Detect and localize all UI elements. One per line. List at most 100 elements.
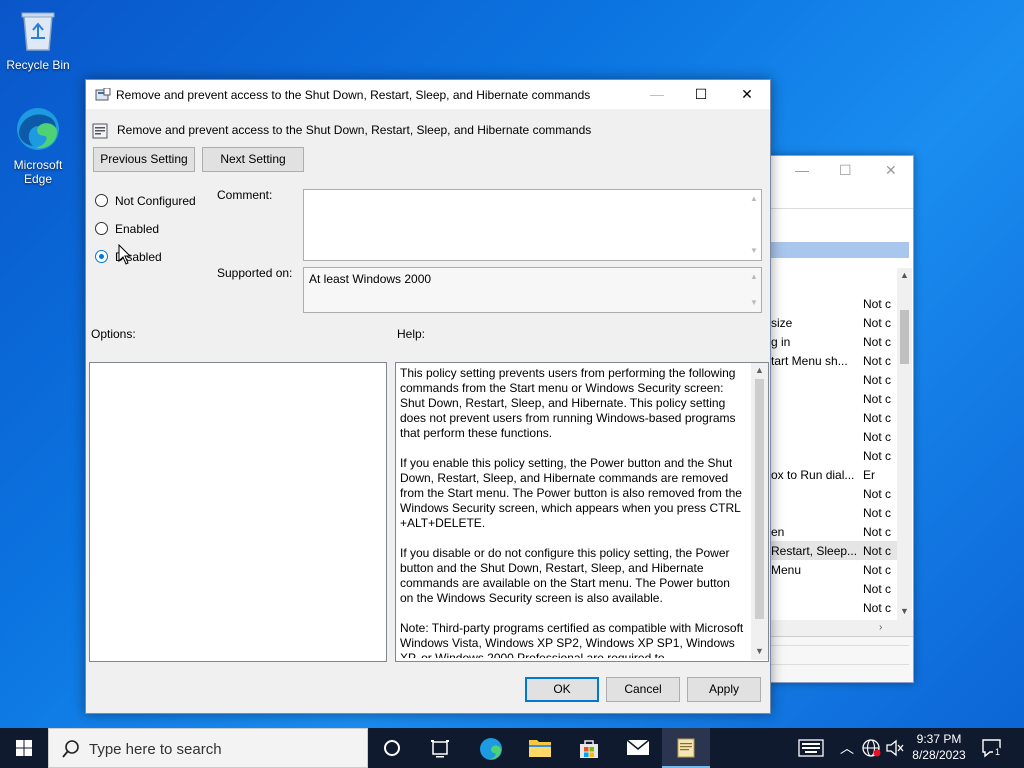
dialog-title: Remove and prevent access to the Shut Do… (116, 88, 591, 102)
bg-policy-row[interactable]: en Not c (769, 522, 899, 541)
edge-desktop-icon[interactable]: Microsoft Edge (2, 106, 74, 186)
bg-policy-row[interactable]: ox to Run dial... Er (769, 465, 899, 484)
setting-name: Remove and prevent access to the Shut Do… (117, 123, 592, 137)
recycle-bin-label: Recycle Bin (6, 58, 70, 72)
help-panel[interactable]: This policy setting prevents users from … (395, 362, 769, 662)
bg-policy-row-state: Not c (863, 430, 892, 444)
bg-policy-row[interactable]: Not c (769, 408, 899, 427)
bg-policy-row[interactable]: Not c (769, 598, 899, 617)
background-titlebar[interactable]: — ☐ ✕ (769, 156, 913, 186)
task-view-icon (431, 740, 449, 758)
radio-not-configured-circle[interactable] (95, 194, 108, 207)
bg-policy-row[interactable]: Menu Not c (769, 560, 899, 579)
bg-policy-row-state: Not c (863, 411, 892, 425)
bg-policy-row[interactable]: tart Menu sh... Not c (769, 351, 899, 370)
comment-textarea[interactable]: ▲ ▼ (303, 189, 762, 261)
bg-policy-row[interactable]: Not c (769, 427, 899, 446)
store-icon (580, 740, 598, 758)
background-policy-window[interactable]: — ☐ ✕ Not c size Not cg in Not c tart Menu s… (768, 155, 914, 683)
edge-icon (17, 108, 59, 150)
bg-vertical-scrollbar[interactable]: ▲ ▼ (897, 268, 912, 620)
radio-enabled-circle[interactable] (95, 222, 108, 235)
search-icon (62, 740, 79, 758)
volume-muted-icon (886, 739, 904, 757)
tray-overflow-button[interactable]: ︿ (836, 728, 856, 768)
previous-setting-button[interactable]: Previous Setting (93, 147, 195, 172)
help-scrollbar[interactable]: ▲ ▼ (751, 363, 768, 660)
bg-horizontal-scrollbar[interactable]: › (769, 620, 913, 636)
file-explorer-button[interactable] (515, 728, 563, 768)
bg-policy-row-state: Not c (863, 316, 892, 330)
dialog-titlebar[interactable]: Remove and prevent access to the Shut Do… (86, 80, 770, 109)
mail-icon (626, 739, 650, 755)
bg-policy-row-state: Not c (863, 582, 892, 596)
bg-minimize-icon[interactable]: — (795, 162, 809, 178)
notification-count: 1 (993, 747, 1003, 757)
help-scroll-down-icon[interactable]: ▼ (751, 646, 768, 656)
network-icon (862, 739, 881, 757)
clock-time: 9:37 PM (916, 732, 962, 746)
bg-menubar (769, 208, 913, 209)
bg-policy-row[interactable]: size Not c (769, 313, 899, 332)
mail-button[interactable] (613, 728, 661, 768)
bg-policy-row[interactable]: Not c (769, 389, 899, 408)
supported-scroll-down-icon: ▼ (750, 298, 758, 307)
bg-policy-row[interactable]: Not c (769, 484, 899, 503)
bg-policy-row-state: Not c (863, 601, 892, 615)
bg-policy-row-name: size (771, 316, 793, 330)
bg-scroll-down-icon[interactable]: ▼ (900, 606, 909, 616)
help-scroll-up-icon[interactable]: ▲ (751, 365, 768, 375)
group-policy-taskbar-button[interactable] (662, 728, 710, 768)
ok-button[interactable]: OK (525, 677, 599, 702)
taskbar-clock[interactable]: 9:37 PM 8/28/2023 (906, 731, 972, 763)
touch-keyboard-icon (798, 739, 824, 757)
taskbar-edge-button[interactable] (466, 728, 514, 768)
help-text: This policy setting prevents users from … (400, 366, 745, 658)
next-setting-button[interactable]: Next Setting (202, 147, 304, 172)
action-center-button[interactable]: 1 (980, 736, 1004, 760)
bg-close-icon[interactable]: ✕ (885, 162, 897, 179)
radio-not-configured-label: Not Configured (115, 194, 196, 208)
bg-policy-row-name: g in (771, 335, 791, 349)
bg-scroll-thumb[interactable] (900, 310, 909, 364)
tray-volume-button[interactable] (884, 728, 906, 768)
start-button[interactable] (0, 728, 48, 768)
policy-setting-dialog[interactable]: Remove and prevent access to the Shut Do… (85, 79, 771, 714)
bg-policy-row[interactable]: Not c (769, 579, 899, 598)
bg-policy-row-state: Not c (863, 354, 892, 368)
minimize-button[interactable]: — (634, 80, 680, 109)
cancel-button[interactable]: Cancel (606, 677, 680, 702)
comment-scroll-up-icon: ▲ (750, 194, 758, 203)
help-paragraph: If you disable or do not configure this … (400, 546, 730, 605)
options-panel (89, 362, 387, 662)
help-scroll-thumb[interactable] (755, 379, 764, 619)
bg-policy-row[interactable]: Not c (769, 294, 899, 313)
bg-policy-row[interactable]: Not c (769, 503, 899, 522)
maximize-button[interactable]: ☐ (678, 80, 724, 109)
bg-policy-row-state: Not c (863, 506, 892, 520)
bg-policy-row[interactable]: Restart, Sleep... Not c (769, 541, 899, 560)
policy-icon (95, 88, 111, 101)
bg-scroll-up-icon[interactable]: ▲ (900, 270, 909, 280)
mouse-cursor-icon (118, 244, 132, 265)
maximize-icon: ☐ (694, 86, 708, 102)
radio-disabled-circle[interactable] (95, 250, 108, 263)
close-button[interactable]: ✕ (724, 80, 770, 109)
store-button[interactable] (564, 728, 612, 768)
apply-button[interactable]: Apply (687, 677, 761, 702)
help-paragraph: Note: Third-party programs certified as … (400, 621, 744, 658)
task-view-button[interactable] (416, 728, 464, 768)
bg-status-area (769, 636, 913, 682)
bg-scroll-right-icon[interactable]: › (879, 622, 882, 633)
taskbar-search-box[interactable]: Type here to search (48, 728, 368, 768)
edge-taskbar-icon (480, 738, 502, 760)
bg-policy-row-name: tart Menu sh... (771, 354, 848, 368)
cortana-button[interactable] (368, 728, 416, 768)
bg-policy-row[interactable]: g in Not c (769, 332, 899, 351)
bg-maximize-icon[interactable]: ☐ (839, 162, 852, 179)
recycle-bin-desktop-icon[interactable]: Recycle Bin (2, 8, 74, 72)
tray-network-button[interactable] (860, 728, 882, 768)
bg-policy-row[interactable]: Not c (769, 370, 899, 389)
tray-keyboard-button[interactable] (796, 728, 826, 768)
bg-policy-row[interactable]: Not c (769, 446, 899, 465)
